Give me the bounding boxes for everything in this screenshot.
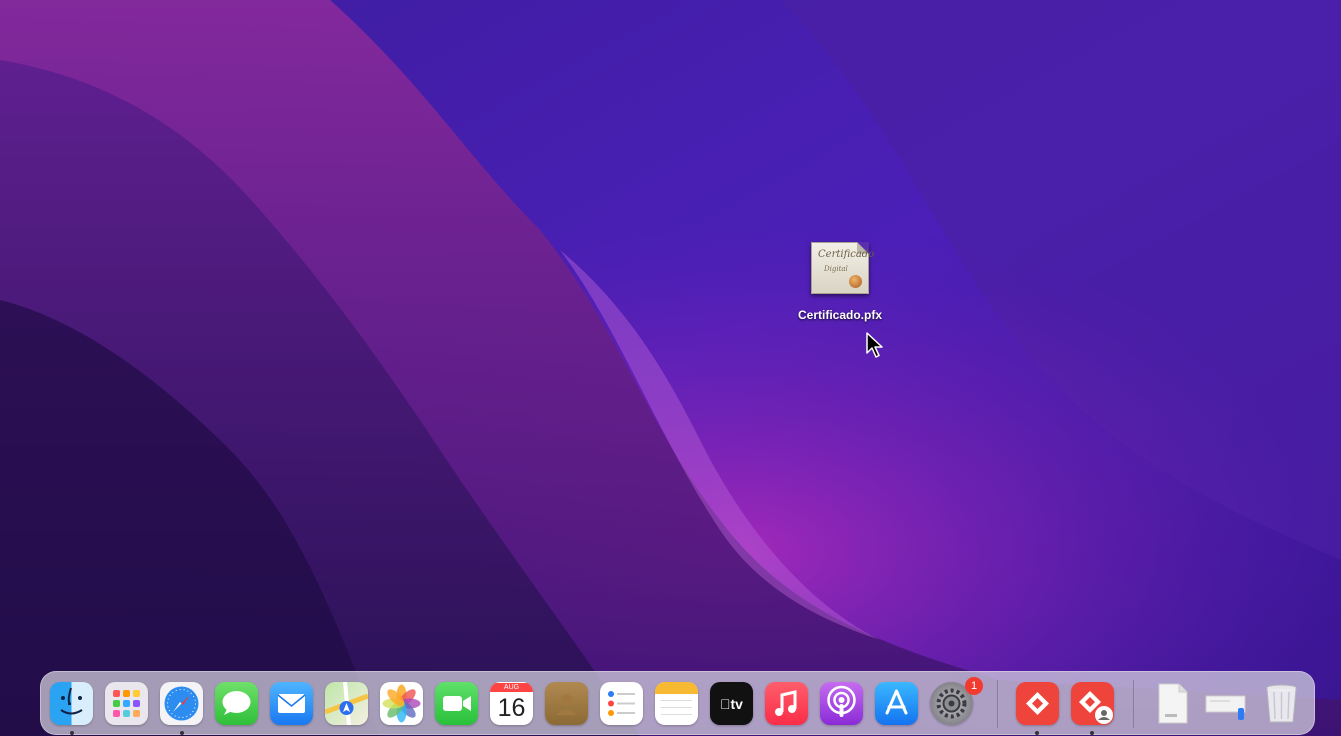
reminders-icon[interactable] — [600, 682, 643, 725]
calendar-month: AUG — [490, 683, 533, 692]
desktop-file-label: Certificado.pfx — [797, 308, 882, 322]
finder-icon[interactable] — [50, 682, 93, 725]
music-icon[interactable] — [765, 682, 808, 725]
podcasts-icon[interactable] — [820, 682, 863, 725]
calendar-day: 16 — [497, 694, 526, 722]
notes-icon[interactable] — [655, 682, 698, 725]
desktop-wallpaper — [0, 0, 1341, 736]
launchpad-icon[interactable] — [105, 682, 148, 725]
facetime-icon[interactable] — [435, 682, 478, 725]
certificate-file-icon: Certificado Digital — [811, 242, 874, 294]
safari-running-dot — [180, 731, 184, 735]
trash-icon[interactable] — [1260, 682, 1303, 725]
dock-separator — [997, 680, 998, 728]
mail-icon[interactable] — [270, 682, 313, 725]
apple-tv-label: tv — [720, 695, 743, 712]
messages-icon[interactable] — [215, 682, 258, 725]
document-icon[interactable] — [1151, 682, 1194, 725]
anydesk-admin-icon[interactable] — [1071, 682, 1114, 725]
app-store-icon[interactable] — [875, 682, 918, 725]
calendar-icon[interactable]: AUG 16 — [490, 682, 533, 725]
anydesk-admin-running-dot — [1090, 731, 1094, 735]
anydesk-running-dot — [1035, 731, 1039, 735]
dock: AUG 16 tv 1 — [40, 671, 1315, 735]
stack-icon[interactable] — [1204, 682, 1247, 725]
contacts-icon[interactable] — [545, 682, 588, 725]
certificate-seal-icon — [849, 275, 862, 288]
finder-running-dot — [70, 731, 74, 735]
photos-icon[interactable] — [380, 682, 423, 725]
mouse-cursor-icon — [866, 332, 883, 358]
maps-icon[interactable] — [325, 682, 368, 725]
desktop-file-certificado[interactable]: Certificado Digital Certificado.pfx — [780, 242, 900, 322]
system-settings-badge: 1 — [965, 677, 983, 695]
dock-separator-2 — [1133, 680, 1134, 728]
certificate-thumb-text: Certificado — [818, 249, 875, 260]
apple-tv-icon[interactable]: tv — [710, 682, 753, 725]
anydesk-icon[interactable] — [1016, 682, 1059, 725]
certificate-thumb-subtext: Digital — [824, 265, 848, 273]
safari-icon[interactable] — [160, 682, 203, 725]
